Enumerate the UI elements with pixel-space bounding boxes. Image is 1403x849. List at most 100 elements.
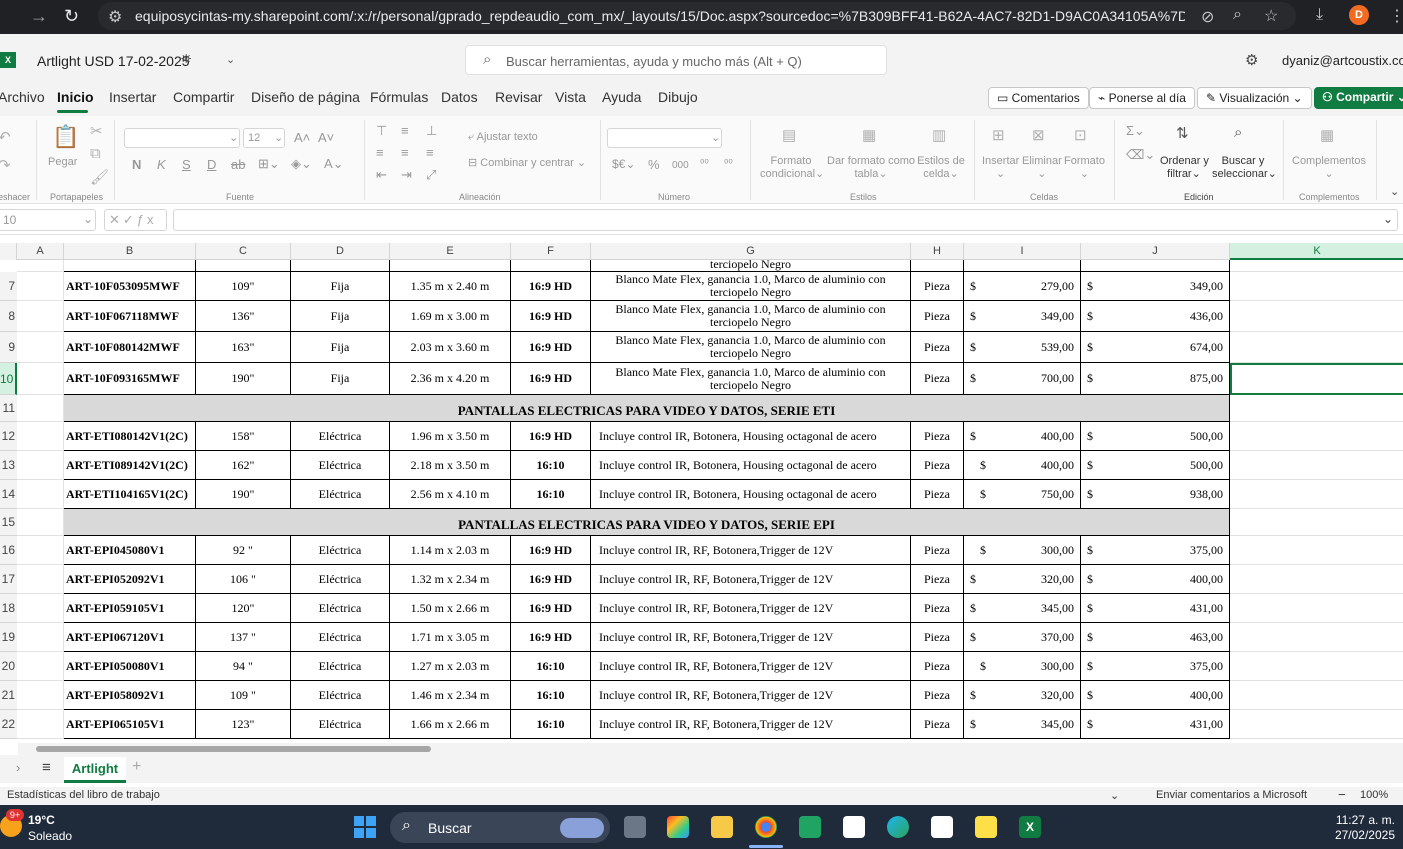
cell[interactable]: terciopelo Negro <box>591 260 911 272</box>
cell[interactable] <box>1081 260 1230 272</box>
sort-filter-button[interactable]: Ordenar y filtrar⌄ <box>1160 155 1209 181</box>
description[interactable]: Incluye control IR, RF, Botonera,Trigger… <box>591 594 911 623</box>
price-1[interactable]: $700,00 <box>964 363 1081 395</box>
aspect-ratio[interactable]: 16:9 HD <box>511 536 591 565</box>
mount-type[interactable]: Fija <box>291 301 390 332</box>
excel-logo-icon[interactable]: X <box>0 52 16 68</box>
column-header-j[interactable]: J <box>1081 243 1230 260</box>
unit[interactable]: Pieza <box>911 652 964 681</box>
settings-gear-icon[interactable]: ⚙ <box>1245 51 1258 69</box>
cell-k[interactable] <box>1230 710 1403 739</box>
zoom-icon[interactable]: ⌕ <box>1233 6 1242 24</box>
insert-cells-button[interactable]: Insertar ⌄ <box>982 155 1019 181</box>
description[interactable]: Incluye control IR, RF, Botonera,Trigger… <box>591 536 911 565</box>
align-middle-icon[interactable]: ≡ <box>401 124 409 137</box>
price-2[interactable]: $436,00 <box>1081 301 1230 332</box>
unit[interactable]: Pieza <box>911 623 964 652</box>
screen-size[interactable]: 109" <box>196 272 291 301</box>
price-1[interactable]: $349,00 <box>964 301 1081 332</box>
all-sheets-icon[interactable]: ≡ <box>42 759 51 776</box>
aspect-ratio[interactable]: 16:9 HD <box>511 332 591 363</box>
cell-k[interactable] <box>1230 422 1403 451</box>
price-2[interactable]: $500,00 <box>1081 422 1230 451</box>
insert-cells-icon[interactable]: ⊞ <box>992 126 1005 144</box>
cell-a[interactable] <box>17 363 64 395</box>
search-input[interactable]: ⌕ Buscar herramientas, ayuda y mucho más… <box>465 45 887 75</box>
dimensions[interactable]: 1.14 m x 2.03 m <box>390 536 511 565</box>
tab-insertar[interactable]: Insertar <box>109 89 156 105</box>
price-1[interactable]: $345,00 <box>964 594 1081 623</box>
delete-cells-icon[interactable]: ⊠ <box>1032 126 1045 144</box>
column-header-i[interactable]: I <box>964 243 1081 260</box>
cell-a[interactable] <box>17 332 64 363</box>
ribbon-collapse-icon[interactable]: ⌄ <box>1390 186 1399 199</box>
edge-icon[interactable] <box>887 816 909 838</box>
screen-size[interactable]: 137 " <box>196 623 291 652</box>
price-2[interactable]: $431,00 <box>1081 710 1230 739</box>
format-cells-button[interactable]: Formato ⌄ <box>1064 155 1105 181</box>
comments-button[interactable]: ▭ Comentarios <box>988 87 1089 109</box>
dimensions[interactable]: 2.18 m x 3.50 m <box>390 451 511 480</box>
product-code[interactable]: ART-ETI104165V1(2C) <box>64 480 196 509</box>
unit[interactable]: Pieza <box>911 363 964 395</box>
sort-filter-icon[interactable]: ⇅ <box>1176 124 1189 142</box>
aspect-ratio[interactable]: 16:10 <box>511 681 591 710</box>
tab-revisar[interactable]: Revisar <box>495 89 542 105</box>
product-code[interactable]: ART-EPI050080V1 <box>64 652 196 681</box>
increase-decimal-icon[interactable]: ⁰⁰ <box>700 158 709 171</box>
product-code[interactable]: ART-10F067118MWF <box>64 301 196 332</box>
sticky-notes-icon[interactable] <box>975 816 997 838</box>
cell-k[interactable] <box>1230 363 1403 395</box>
price-2[interactable]: $349,00 <box>1081 272 1230 301</box>
column-header-c[interactable]: C <box>196 243 291 260</box>
product-code[interactable]: ART-ETI089142V1(2C) <box>64 451 196 480</box>
price-2[interactable]: $674,00 <box>1081 332 1230 363</box>
product-code[interactable]: ART-10F080142MWF <box>64 332 196 363</box>
tab-archivo[interactable]: Archivo <box>0 89 45 105</box>
status-dropdown-icon[interactable]: ⌄ <box>1110 789 1119 802</box>
section-title[interactable]: PANTALLAS ELECTRICAS PARA VIDEO Y DATOS,… <box>64 509 1230 536</box>
unit[interactable]: Pieza <box>911 451 964 480</box>
row-header[interactable]: 15 <box>0 509 17 536</box>
cell[interactable] <box>511 260 591 272</box>
description[interactable]: Incluye control IR, Botonera, Housing oc… <box>591 480 911 509</box>
description[interactable]: Blanco Mate Flex, ganancia 1.0, Marco de… <box>591 301 911 332</box>
cell-a[interactable] <box>17 480 64 509</box>
user-account[interactable]: dyaniz@artcoustix.com <box>1282 53 1403 68</box>
bold-icon[interactable]: N <box>132 158 141 171</box>
screen-size[interactable]: 106 " <box>196 565 291 594</box>
name-box[interactable]: 10 ⌄ <box>0 209 96 231</box>
excel-taskbar-icon[interactable]: X <box>1019 816 1041 838</box>
product-code[interactable]: ART-EPI052092V1 <box>64 565 196 594</box>
dimensions[interactable]: 1.46 m x 2.34 m <box>390 681 511 710</box>
wrap-text-button[interactable]: ⤶ Ajustar texto <box>468 131 538 144</box>
mount-type[interactable]: Fija <box>291 332 390 363</box>
conditional-format-icon[interactable]: ▤ <box>782 126 796 144</box>
dimensions[interactable]: 1.50 m x 2.66 m <box>390 594 511 623</box>
unit[interactable]: Pieza <box>911 480 964 509</box>
cell[interactable] <box>196 260 291 272</box>
row-header[interactable]: 14 <box>0 480 17 509</box>
align-bottom-icon[interactable]: ⊥ <box>426 124 437 137</box>
aspect-ratio[interactable]: 16:9 HD <box>511 422 591 451</box>
aspect-ratio[interactable]: 16:10 <box>511 480 591 509</box>
tab-compartir[interactable]: Compartir <box>173 89 234 105</box>
column-header-k[interactable]: K <box>1230 243 1403 260</box>
italic-icon[interactable]: K <box>157 158 166 171</box>
description[interactable]: Blanco Mate Flex, ganancia 1.0, Marco de… <box>591 272 911 301</box>
product-code[interactable]: ART-ETI080142V1(2C) <box>64 422 196 451</box>
column-header-a[interactable]: A <box>17 243 64 260</box>
cell-k[interactable] <box>1230 594 1403 623</box>
cell-k[interactable] <box>1230 480 1403 509</box>
dimensions[interactable]: 2.56 m x 4.10 m <box>390 480 511 509</box>
align-right-icon[interactable]: ≡ <box>426 146 434 159</box>
column-header-b[interactable]: B <box>64 243 196 260</box>
price-2[interactable]: $938,00 <box>1081 480 1230 509</box>
mount-type[interactable]: Eléctrica <box>291 422 390 451</box>
copilot-icon[interactable] <box>667 816 689 838</box>
paste-icon[interactable]: 📋 <box>52 124 79 150</box>
aspect-ratio[interactable]: 16:10 <box>511 451 591 480</box>
cell-a[interactable] <box>17 652 64 681</box>
price-1[interactable]: $400,00 <box>964 422 1081 451</box>
merge-center-button[interactable]: ⊟ Combinar y centrar ⌄ <box>468 157 586 170</box>
